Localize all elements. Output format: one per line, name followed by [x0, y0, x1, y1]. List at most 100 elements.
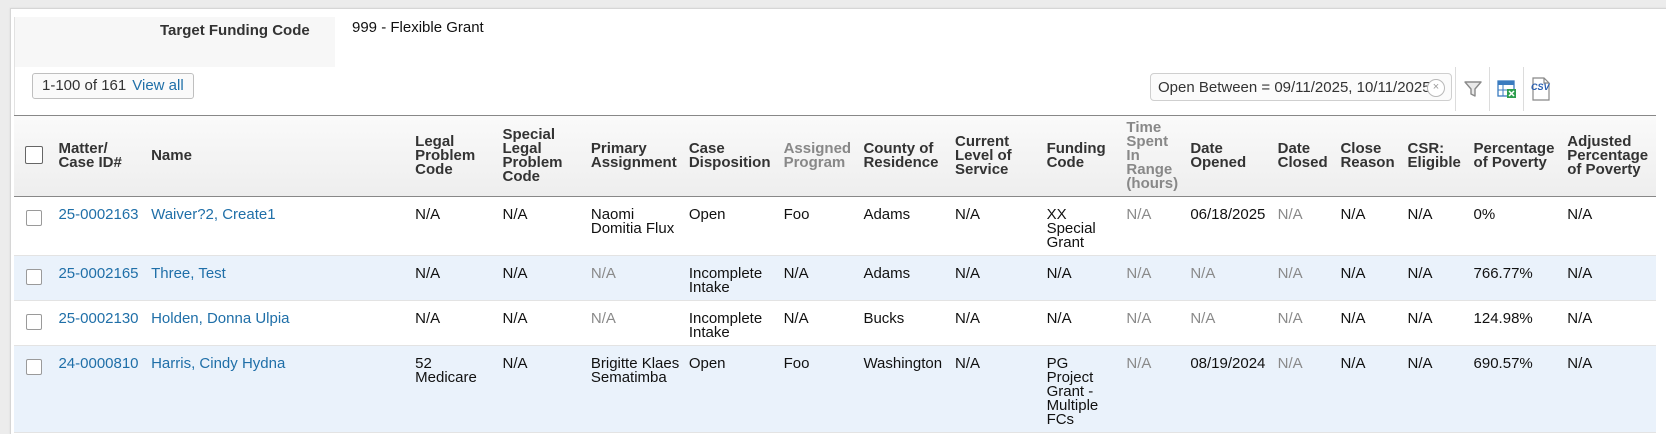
table-row[interactable]: 24-0000810 Harris, Cindy Hydna 52 Medicare…: [14, 345, 1656, 433]
col-header[interactable]: Adjusted Percentage of Poverty: [1563, 116, 1656, 197]
table-cell: N/A: [1122, 196, 1187, 256]
table-row[interactable]: 25-0002130 Holden, Donna Ulpia N/A N/A N/A In…: [14, 300, 1656, 346]
table-cell: Naomi Domitia Flux: [586, 196, 685, 256]
case-id-link[interactable]: 25-0002130: [58, 310, 138, 327]
client-name-cell: Three, Test: [147, 255, 412, 301]
table-cell: 06/18/2025: [1186, 196, 1274, 256]
table-cell: N/A: [586, 255, 685, 301]
col-header[interactable]: Assigned Program: [779, 116, 860, 197]
pager-count: 1-100 of 161: [42, 77, 127, 94]
table-cell: N/A: [1122, 345, 1187, 433]
select-all-cell: [14, 116, 55, 197]
row-select-cell: [14, 345, 55, 433]
table-cell: N/A: [1563, 255, 1656, 301]
table-cell: N/A: [951, 196, 1043, 256]
row-checkbox[interactable]: [26, 314, 43, 330]
table-row[interactable]: 25-0002163 Waiver?2, Create1 N/A N/A Naomi D…: [14, 196, 1656, 256]
table-cell: N/A: [411, 196, 499, 256]
col-header[interactable]: Matter/ Case ID#: [54, 116, 148, 197]
table-cell: N/A: [779, 300, 860, 346]
table-cell: N/A: [1336, 300, 1404, 346]
cases-table-wrapper: Matter/ Case ID# Name Legal Problem Code…: [14, 115, 1656, 433]
table-cell: Brigitte Klaes Sematimba: [586, 345, 685, 433]
table-cell: N/A: [498, 345, 587, 433]
col-header[interactable]: Date Opened: [1186, 116, 1274, 197]
col-header[interactable]: Current Level of Service: [951, 116, 1043, 197]
excel-export-button[interactable]: [1489, 67, 1524, 111]
table-cell: Bucks: [859, 300, 951, 346]
table-cell: N/A: [1273, 196, 1337, 256]
table-cell: N/A: [1273, 255, 1337, 301]
table-cell: Foo: [779, 345, 860, 433]
case-id-cell: 24-0000810: [54, 345, 148, 433]
table-cell: N/A: [1403, 255, 1470, 301]
col-header[interactable]: Funding Code: [1042, 116, 1123, 197]
col-header[interactable]: Name: [147, 116, 412, 197]
table-header-row: Matter/ Case ID# Name Legal Problem Code…: [14, 116, 1656, 197]
table-cell: N/A: [1563, 300, 1656, 346]
col-header[interactable]: Time Spent In Range (hours): [1122, 116, 1187, 197]
col-header[interactable]: Close Reason: [1336, 116, 1404, 197]
table-cell: Adams: [859, 255, 951, 301]
col-header[interactable]: Case Disposition: [684, 116, 780, 197]
results-toolbar: 1-100 of 161 View all Open Between = 09/1…: [14, 67, 1655, 115]
excel-export-icon: [1497, 80, 1516, 98]
client-name-link[interactable]: Three, Test: [151, 265, 226, 282]
col-header[interactable]: County of Residence: [859, 116, 951, 197]
select-all-checkbox[interactable]: [25, 145, 44, 164]
csv-label: CSV: [1531, 82, 1550, 92]
view-all-link[interactable]: View all: [132, 77, 183, 94]
filter-icon: [1464, 81, 1482, 97]
row-checkbox[interactable]: [26, 359, 43, 375]
case-id-link[interactable]: 25-0002163: [58, 206, 138, 223]
table-cell: 766.77%: [1469, 255, 1564, 301]
col-header[interactable]: CSR: Eligible: [1403, 116, 1470, 197]
table-cell: Open: [684, 196, 780, 256]
case-id-link[interactable]: 25-0002165: [58, 265, 138, 282]
table-cell: N/A: [1336, 196, 1404, 256]
client-name-link[interactable]: Holden, Donna Ulpia: [151, 310, 289, 327]
table-cell: N/A: [1403, 196, 1470, 256]
csv-export-button[interactable]: CSV: [1523, 67, 1558, 111]
table-cell: XX Special Grant: [1042, 196, 1123, 256]
table-cell: Foo: [779, 196, 860, 256]
client-name-link[interactable]: Waiver?2, Create1: [151, 206, 276, 223]
table-cell: N/A: [1042, 255, 1123, 301]
case-id-cell: 25-0002130: [54, 300, 148, 346]
table-cell: N/A: [1403, 345, 1470, 433]
table-cell: N/A: [779, 255, 860, 301]
filter-chip-label: Open Between = 09/11/2025, 10/11/2025: [1158, 79, 1431, 96]
row-checkbox[interactable]: [26, 269, 43, 285]
clear-filter-icon[interactable]: ×: [1427, 79, 1445, 97]
row-checkbox[interactable]: [26, 210, 43, 226]
table-cell: Incomplete Intake: [684, 255, 780, 301]
table-row[interactable]: 25-0002165 Three, Test N/A N/A N/A Incomplete…: [14, 255, 1656, 301]
case-id-link[interactable]: 24-0000810: [58, 355, 138, 372]
client-name-link[interactable]: Harris, Cindy Hydna: [151, 355, 285, 372]
table-cell: N/A: [1273, 345, 1337, 433]
table-cell: N/A: [1563, 196, 1656, 256]
table-cell: N/A: [1273, 300, 1337, 346]
table-cell: N/A: [1403, 300, 1470, 346]
funding-value-box: [335, 17, 1655, 67]
col-header[interactable]: Legal Problem Code: [411, 116, 499, 197]
table-cell: 690.57%: [1469, 345, 1564, 433]
table-cell: N/A: [951, 345, 1043, 433]
col-header[interactable]: Percentage of Poverty: [1469, 116, 1564, 197]
case-id-cell: 25-0002163: [54, 196, 148, 256]
table-cell: 124.98%: [1469, 300, 1564, 346]
col-header[interactable]: Special Legal Problem Code: [498, 116, 587, 197]
table-cell: N/A: [586, 300, 685, 346]
col-header[interactable]: Date Closed: [1273, 116, 1337, 197]
filter-button[interactable]: [1455, 67, 1490, 111]
table-cell: N/A: [1336, 255, 1404, 301]
table-cell: N/A: [498, 255, 587, 301]
row-select-cell: [14, 255, 55, 301]
table-cell: Washington: [859, 345, 951, 433]
col-header[interactable]: Primary Assignment: [586, 116, 685, 197]
active-filter-chip[interactable]: Open Between = 09/11/2025, 10/11/2025 ×: [1150, 73, 1452, 101]
table-cell: Open: [684, 345, 780, 433]
table-cell: N/A: [1122, 300, 1187, 346]
table-cell: PG Project Grant - Multiple FCs: [1042, 345, 1123, 433]
table-cell: N/A: [1042, 300, 1123, 346]
